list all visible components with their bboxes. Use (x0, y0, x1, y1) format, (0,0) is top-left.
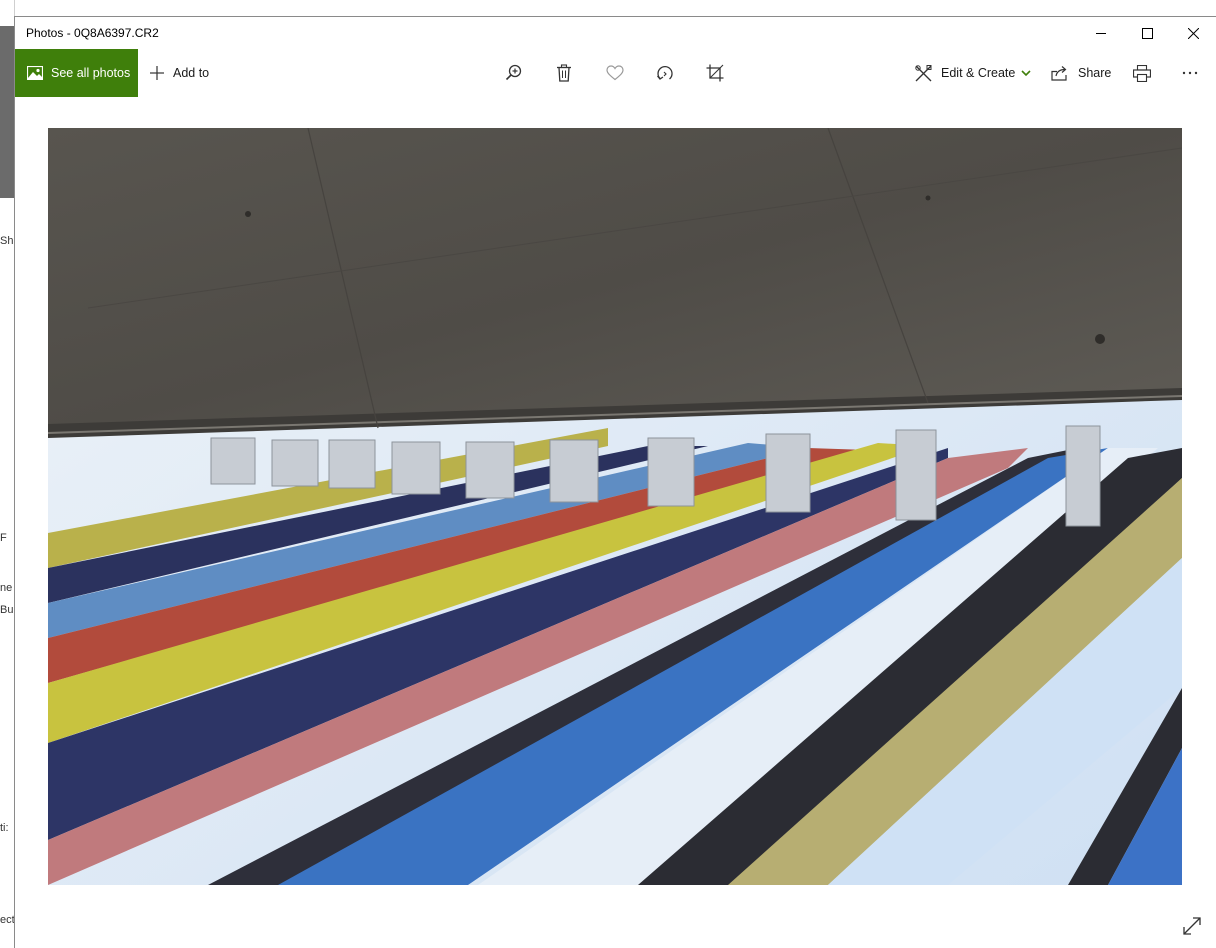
print-button[interactable] (1122, 49, 1162, 97)
print-icon (1133, 64, 1151, 82)
favorite-icon (606, 65, 624, 81)
minimize-icon (1095, 32, 1106, 34)
background-text: Bu (0, 604, 14, 616)
edit-create-icon (915, 64, 932, 81)
share-icon (1051, 66, 1067, 81)
close-icon (1187, 27, 1199, 39)
photo-viewer[interactable] (48, 128, 1182, 885)
see-all-photos-label: See all photos (51, 66, 131, 80)
share-label: Share (1078, 66, 1112, 80)
expand-button[interactable] (1180, 914, 1204, 938)
maximize-button[interactable] (1124, 17, 1170, 49)
delete-icon (557, 64, 571, 82)
add-to-button[interactable]: Add to (149, 49, 209, 97)
photo (48, 128, 1182, 885)
photos-icon (27, 66, 43, 80)
background-text: ti: (0, 822, 9, 834)
maximize-icon (1141, 27, 1153, 39)
background-panel (0, 26, 14, 198)
delete-button[interactable] (544, 49, 584, 97)
close-button[interactable] (1170, 17, 1216, 49)
edit-create-button[interactable]: Edit & Create (915, 49, 1031, 97)
window-title: Photos - 0Q8A6397.CR2 (26, 26, 159, 40)
zoom-button[interactable] (494, 49, 534, 97)
rotate-icon (657, 65, 673, 80)
add-to-label: Add to (173, 66, 210, 80)
expand-icon (1183, 917, 1201, 935)
more-button[interactable] (1170, 49, 1210, 97)
toolbar: See all photos Add to Edit & Create Shar… (15, 49, 1216, 97)
title-bar[interactable]: Photos - 0Q8A6397.CR2 (15, 17, 1216, 49)
see-all-photos-button[interactable]: See all photos (15, 49, 138, 97)
share-button[interactable]: Share (1051, 49, 1111, 97)
background-window-left: Sha F ne Bu ti: ect (0, 0, 20, 948)
background-text: ect (0, 914, 15, 926)
background-window-top: do (0, 0, 1216, 16)
minimize-button[interactable] (1078, 17, 1124, 49)
chevron-down-icon (1021, 69, 1031, 76)
crop-icon (706, 64, 724, 82)
more-icon (1182, 71, 1198, 75)
crop-button[interactable] (695, 49, 735, 97)
favorite-button[interactable] (595, 49, 635, 97)
photos-window: Photos - 0Q8A6397.CR2 See all photos Add… (14, 16, 1216, 948)
plus-icon (150, 66, 164, 80)
background-text: F (0, 532, 7, 544)
zoom-icon (505, 64, 522, 81)
background-text: ne (0, 582, 13, 594)
rotate-button[interactable] (645, 49, 685, 97)
edit-create-label: Edit & Create (941, 66, 1016, 80)
